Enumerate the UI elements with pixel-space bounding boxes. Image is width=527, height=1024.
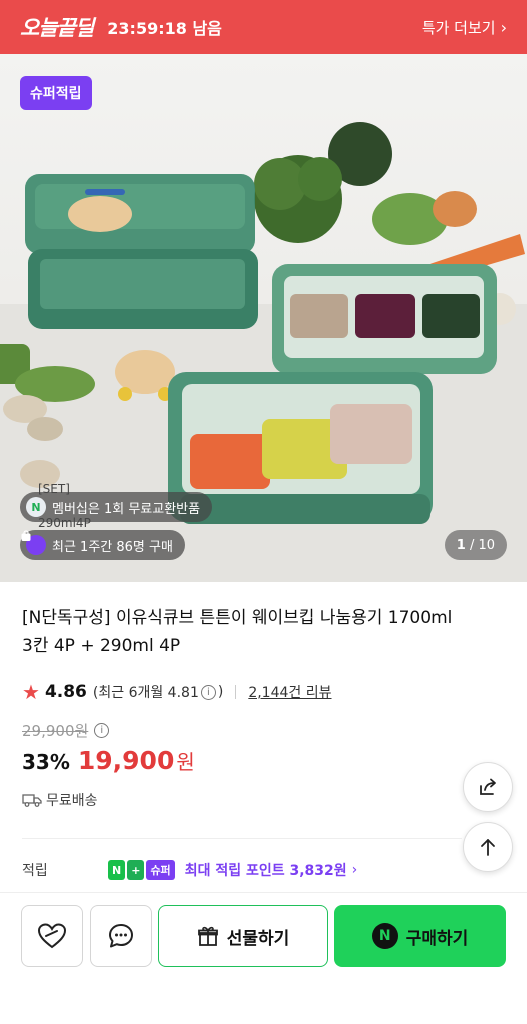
share-icon [480,778,496,795]
super-badge: 슈퍼 [146,860,175,880]
chat-icon [109,924,133,948]
rating-value: 4.86 [44,682,87,702]
discount-rate: 33% [22,750,70,774]
arrow-up-icon [481,839,495,856]
recent-purchase-pill: 최근 1주간 86명 구매 [20,530,185,560]
price-row: 33% 19,900 원 [22,746,195,775]
truck-icon [22,794,42,807]
deal-bar: 오늘끝딜 23:59:18 남음 특가 더보기 › [0,0,527,54]
gift-label: 선물하기 [226,928,290,949]
recent-rating-close: ) [217,684,224,700]
deal-more-link[interactable]: 특가 더보기 › [422,0,507,54]
plus-badge: + [127,860,145,880]
original-price-row: 29,900원 i [22,720,111,741]
chevron-right-icon: › [351,862,358,878]
recent-rating: (최근 6개월 4.81 [92,685,199,701]
naver-n-icon: N [26,497,46,517]
section-divider [22,838,462,839]
sale-price: 19,900 [77,746,175,775]
deal-more-label: 특가 더보기 [421,18,496,37]
bottom-action-bar: 선물하기 N 구매하기 [0,892,527,1024]
wishlist-button[interactable] [21,905,83,967]
recent-purchase-text: 최근 1주간 86명 구매 [52,539,173,555]
counter-total: / 10 [469,537,495,553]
points-label: 적립 [22,863,48,879]
buy-button[interactable]: N 구매하기 [334,905,506,967]
chat-button[interactable] [90,905,152,967]
super-points-badge: 슈퍼적립 [20,76,92,110]
membership-pill-text: 멤버십은 1회 무료교환반품 [52,501,201,517]
share-button[interactable] [463,762,513,812]
membership-free-return-pill: N 멤버십은 1회 무료교환반품 [20,492,213,522]
max-points-text: 최대 적립 포인트 3,832원 [184,863,347,879]
original-price: 29,900원 [22,722,89,740]
deal-countdown: 23:59:18 남음 [107,19,222,38]
gift-icon [197,926,218,946]
rating-row: ★ 4.86 (최근 6개월 4.81 i ) 2,144건 리뷰 [22,680,332,704]
points-row[interactable]: 적립 N + 슈퍼 최대 적립 포인트 3,832원 › [22,860,502,880]
heart-icon [37,923,67,949]
deal-logo: 오늘끝딜 [20,16,94,40]
star-icon: ★ [22,680,40,704]
gift-button[interactable]: 선물하기 [158,905,328,967]
info-icon[interactable]: i [94,723,110,738]
shipping-text: 무료배송 [46,793,98,809]
buy-label: 구매하기 [405,928,469,949]
info-icon[interactable]: i [200,684,216,700]
bag-icon [21,530,46,555]
naver-pay-icon: N [371,923,398,949]
shipping-info: 무료배송 [22,790,98,810]
product-title: [N단독구성] 이유식큐브 튼튼이 웨이브킵 나눔용기 1700ml 3칸 4P… [22,608,453,656]
chevron-right-icon: › [500,17,507,37]
divider [235,685,237,699]
counter-current: 1 [456,537,466,553]
naver-n-badge: N [108,860,126,880]
image-counter: 1 / 10 [444,530,507,560]
review-count-link[interactable]: 2,144건 리뷰 [248,682,331,702]
product-image-carousel[interactable]: 슈퍼적립 [SET] 290ml4P N 멤버십은 1회 무료교환반품 최근 1… [0,54,527,582]
currency-unit: 원 [176,750,195,774]
